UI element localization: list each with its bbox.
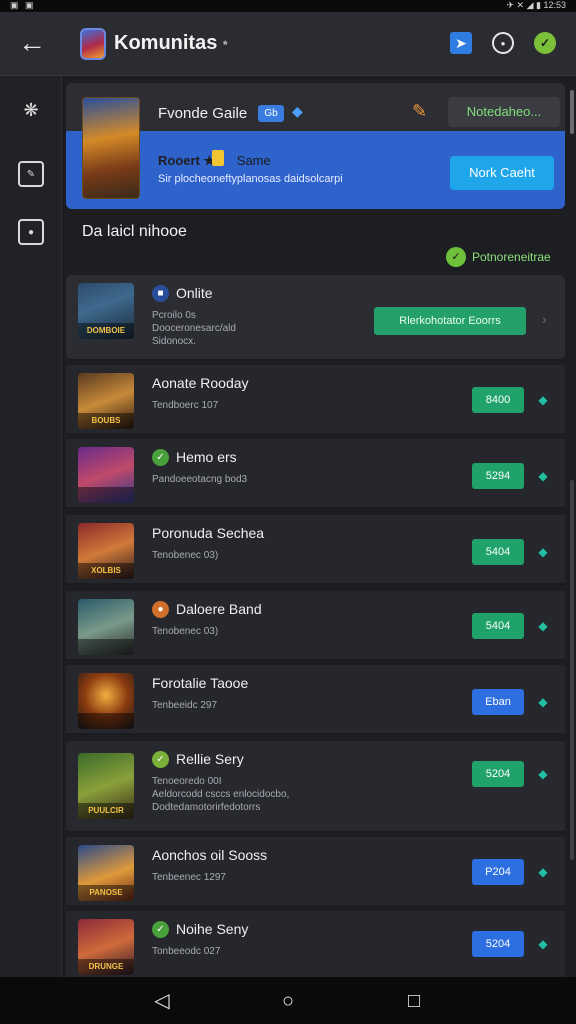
- game-thumbnail: DRUNGE: [78, 919, 134, 975]
- status-clock: ✈ ✕ ◢ ▮ 12:53: [506, 0, 566, 10]
- nav-recent-icon[interactable]: □: [402, 989, 426, 1013]
- section-link[interactable]: ✓ Potnoreneitrae: [446, 247, 551, 267]
- game-title: Noihe Seny: [176, 921, 249, 937]
- game-meta: Tendboerc 107: [152, 400, 219, 411]
- game-title: Forotalie Taooe: [152, 675, 249, 691]
- status-bar: ▣ ▣ ✈ ✕ ◢ ▮ 12:53: [0, 0, 576, 12]
- top-app-bar: ← Komunitas * ➤ ● ✓: [0, 12, 576, 76]
- game-meta: Tenobenec 03): [152, 550, 219, 561]
- diamond-icon[interactable]: ◆: [536, 695, 550, 709]
- share-icon[interactable]: ➤: [450, 32, 472, 54]
- badge-icon: [212, 150, 224, 166]
- status-notifications: ▣ ▣: [10, 0, 36, 10]
- game-meta: Tenoeoredo 00I Aeldorcodd csccs enlocidoc…: [152, 776, 290, 813]
- diamond-icon[interactable]: ◆: [536, 619, 550, 633]
- list-item[interactable]: DRUNGE ✓ Noihe Seny Tonbeeodc 027 5204 ◆: [66, 911, 565, 977]
- diamond-icon[interactable]: ◆: [536, 469, 550, 483]
- list-item[interactable]: ● Daloere Band Tenobenec 03) 5404 ◆: [66, 591, 565, 661]
- game-action-button[interactable]: Rlerkohotator Eoorrs: [374, 307, 526, 335]
- featured-card[interactable]: Fvonde Gaile Gb ◆ ✎ Notedaheo... Rooert …: [66, 83, 565, 209]
- check-icon: ✓: [152, 921, 169, 938]
- game-thumbnail: BOUBS: [78, 373, 134, 429]
- system-nav-bar: ◁ ○ □: [0, 977, 576, 1024]
- check-icon: ✓: [152, 449, 169, 466]
- section-title: Da laicl nihooe: [82, 223, 187, 240]
- nav-back-icon[interactable]: ◁: [150, 989, 174, 1013]
- diamond-icon[interactable]: ◆: [536, 545, 550, 559]
- list-item[interactable]: PANOSE Aonchos oil Sooss Tenbeenec 1297 …: [66, 837, 565, 907]
- game-action-button[interactable]: 5204: [472, 931, 524, 957]
- list-item[interactable]: PUULCIR ENGIBES ✓ Rellie Sery Tenoeoredo…: [66, 741, 565, 833]
- game-action-button[interactable]: 5204: [472, 761, 524, 787]
- game-tag-icon: ■: [152, 285, 169, 302]
- back-arrow-icon[interactable]: ←: [16, 28, 48, 60]
- game-action-button[interactable]: 5294: [472, 463, 524, 489]
- target-icon[interactable]: ●: [492, 32, 514, 54]
- game-title: Aonate Rooday: [152, 375, 249, 391]
- diamond-icon: ◆: [292, 103, 303, 119]
- tag-icon: ✓: [152, 751, 169, 768]
- featured-description: Sir plocheoneftyplanosas daidsolcarpi: [158, 173, 343, 185]
- pencil-icon[interactable]: ✎: [412, 101, 427, 122]
- list-item[interactable]: BOUBS Aonate Rooday Tendboerc 107 8400 ◆: [66, 365, 565, 435]
- scrollbar-thumb[interactable]: [570, 90, 574, 134]
- list-item[interactable]: Forotalie Taooe Tenbeeidc 297 Eban ◆: [66, 665, 565, 735]
- list-item[interactable]: ✓ Hemo ers Pandoeeotacng bod3 5294 ◆: [66, 439, 565, 509]
- game-title: Poronuda Sechea: [152, 525, 265, 541]
- sidebar: ❋ ✎ ●: [0, 77, 62, 977]
- diamond-icon[interactable]: ◆: [536, 937, 550, 951]
- game-thumbnail: PANOSE: [78, 845, 134, 901]
- game-meta: Tonbeeodc 027: [152, 946, 221, 957]
- game-meta: Pcroilo 0s Dooceronesarc/ald Sidonocx.: [152, 310, 236, 347]
- page-title: Komunitas *: [114, 32, 228, 54]
- diamond-icon[interactable]: ◆: [536, 393, 550, 407]
- verified-icon[interactable]: ✓: [534, 32, 556, 54]
- game-action-button[interactable]: 5404: [472, 539, 524, 565]
- check-icon: ✓: [446, 247, 466, 267]
- diamond-icon[interactable]: ◆: [536, 865, 550, 879]
- game-action-button[interactable]: 8400: [472, 387, 524, 413]
- nav-home-icon[interactable]: ○: [276, 989, 300, 1013]
- app-logo: [80, 28, 106, 60]
- square-dot-icon[interactable]: ●: [18, 219, 44, 245]
- game-action-button[interactable]: 5404: [472, 613, 524, 639]
- section-link-label: Potnoreneitrae: [472, 250, 551, 264]
- game-meta: Tenobenec 03): [152, 626, 219, 637]
- game-thumbnail: [78, 447, 134, 503]
- game-thumbnail: [78, 599, 134, 655]
- featured-title: Fvonde Gaile: [158, 105, 248, 122]
- chevron-right-icon[interactable]: ›: [542, 311, 547, 327]
- game-title: Aonchos oil Sooss: [152, 847, 268, 863]
- game-thumbnail: DOMBOIE: [78, 283, 134, 339]
- game-action-button[interactable]: Eban: [472, 689, 524, 715]
- game-meta: Tenbeeidc 297: [152, 700, 218, 711]
- game-title: Hemo ers: [176, 449, 237, 465]
- game-title: Rellie Sery: [176, 751, 244, 767]
- featured-action-button[interactable]: Notedaheo...: [448, 97, 560, 127]
- scrollbar-track[interactable]: [570, 480, 574, 860]
- game-thumbnail: PUULCIR ENGIBES: [78, 753, 134, 819]
- game-thumbnail: [78, 673, 134, 729]
- game-meta: Tenbeenec 1297: [152, 872, 226, 883]
- game-meta: Pandoeeotacng bod3: [152, 474, 248, 485]
- game-action-button[interactable]: P204: [472, 859, 524, 885]
- featured-artwork: [82, 97, 140, 199]
- tag-icon: ●: [152, 601, 169, 618]
- edit-page-icon[interactable]: ✎: [18, 161, 44, 187]
- featured-cta-button[interactable]: Nork Caeht: [450, 156, 554, 190]
- nodes-icon[interactable]: ❋: [18, 97, 44, 123]
- game-title: Daloere Band: [176, 601, 262, 617]
- game-thumbnail: XOLBIS: [78, 523, 134, 579]
- main-content: Fvonde Gaile Gb ◆ ✎ Notedaheo... Rooert …: [62, 77, 576, 977]
- list-item[interactable]: XOLBIS Poronuda Sechea Tenobenec 03) 540…: [66, 515, 565, 585]
- game-title: Onlite: [176, 285, 213, 301]
- diamond-icon[interactable]: ◆: [536, 767, 550, 781]
- featured-badge: Gb: [258, 105, 284, 122]
- list-item[interactable]: DOMBOIE ■ Onlite Pcroilo 0s Dooceronesarc…: [66, 275, 565, 361]
